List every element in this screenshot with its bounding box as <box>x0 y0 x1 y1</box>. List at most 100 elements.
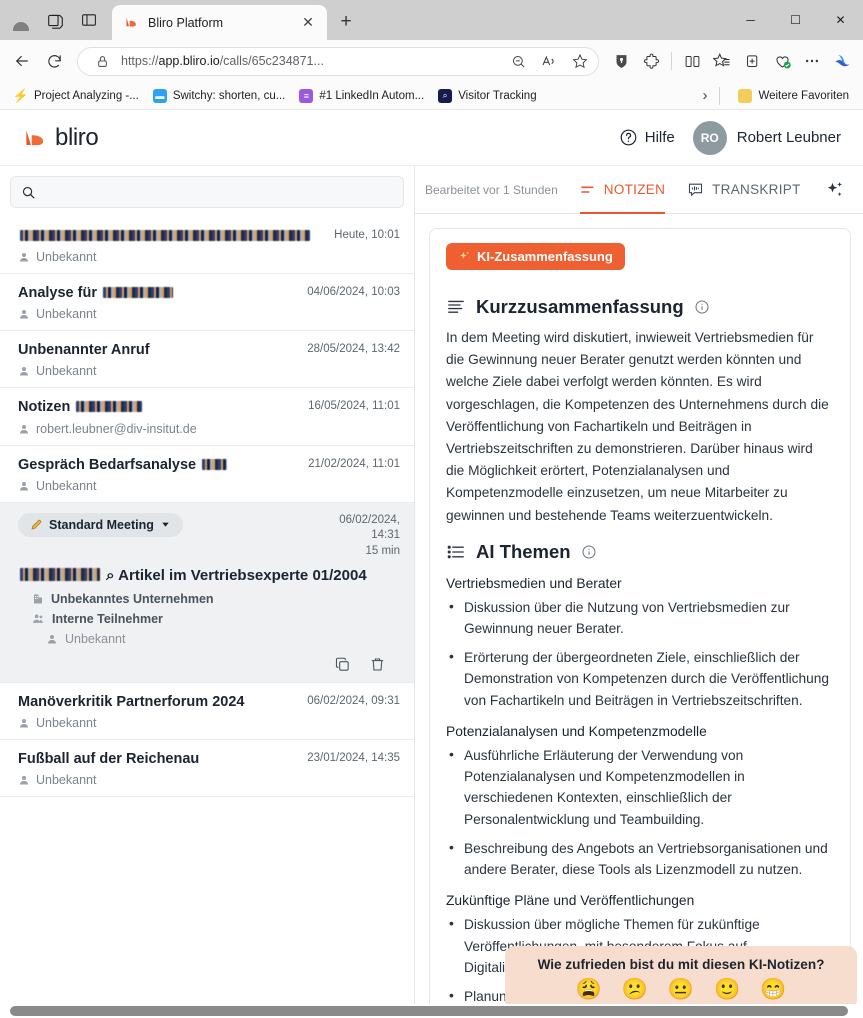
bullet-item: Beschreibung des Angebots an Vertriebsor… <box>446 837 834 880</box>
section-header-summary: Kurzzusammenfassung <box>446 296 834 318</box>
search-area <box>0 166 414 217</box>
browser-tabstrip: Bliro Platform ✕ + ─ ☐ ✕ <box>0 0 863 40</box>
delete-icon[interactable] <box>369 656 386 673</box>
user-menu[interactable]: RO Robert Leubner <box>692 120 841 155</box>
close-icon[interactable]: ✕ <box>297 12 319 34</box>
chevron-right-icon[interactable]: › <box>702 87 707 104</box>
app-logo[interactable]: bliro <box>22 123 99 152</box>
bookmark-item[interactable]: ▬ Switchy: shorten, cu... <box>147 86 292 106</box>
ai-sparkle-icon[interactable] <box>825 180 845 200</box>
list-item-selected[interactable]: Standard Meeting 06/02/2024, 14:31 15 mi… <box>0 502 414 683</box>
scrollbar-thumb[interactable] <box>10 1006 848 1016</box>
collections-icon[interactable] <box>738 47 766 75</box>
split-pane-icon[interactable] <box>72 3 106 37</box>
person-icon <box>46 633 58 645</box>
app-logo-text: bliro <box>55 123 99 151</box>
settings-more-icon[interactable] <box>798 47 826 75</box>
internal-label: Interne Teilnehmer <box>52 611 163 626</box>
read-aloud-icon[interactable] <box>537 49 561 73</box>
bitwarden-icon[interactable] <box>607 47 635 75</box>
feedback-face-2[interactable]: 😕 <box>622 979 648 1000</box>
list-item[interactable]: Notizen 16/05/2024, 11:01 robert.leubner… <box>0 388 414 446</box>
tab-label: TRANSKRIPT <box>712 182 801 197</box>
star-icon[interactable] <box>568 49 592 73</box>
selected-header: Standard Meeting 06/02/2024, 14:31 15 mi… <box>18 512 400 560</box>
building-icon <box>32 593 44 605</box>
help-circle-icon <box>619 128 638 147</box>
chevron-down-icon <box>160 519 171 530</box>
list-item-participant: robert.leubner@div-insitut.de <box>18 422 400 436</box>
meetings-list: Heute, 10:01 Unbekannt Analyse für 04/06… <box>0 217 414 1018</box>
list-item-title: Gespräch Bedarfsanalyse <box>18 456 298 474</box>
person-icon <box>18 423 30 435</box>
bookmarks-overflow: › Weitere Favoriten <box>702 86 855 106</box>
split-screen-icon[interactable] <box>678 47 706 75</box>
list-item[interactable]: Heute, 10:01 Unbekannt <box>0 217 414 275</box>
notes-card: KI-Zusammenfassung Kurzzusammenfassung I… <box>429 228 851 1018</box>
people-icon <box>32 612 45 625</box>
horizontal-scrollbar[interactable] <box>0 1004 863 1018</box>
theme-heading: Vertriebsmedien und Berater <box>446 575 622 591</box>
redacted-text <box>20 230 310 241</box>
search-box[interactable] <box>10 176 404 208</box>
list-item[interactable]: Unbenannter Anruf 28/05/2024, 13:42 Unbe… <box>0 331 414 389</box>
extensions-icon[interactable] <box>637 47 665 75</box>
tab-search-icon[interactable] <box>38 3 72 37</box>
tab-notizen[interactable]: NOTIZEN <box>579 166 666 214</box>
bullet-list-icon <box>446 544 466 560</box>
list-item-title: Notizen <box>18 398 298 416</box>
meeting-type-dropdown[interactable]: Standard Meeting <box>18 512 183 537</box>
search-icon <box>21 185 36 200</box>
profile-avatar-button[interactable] <box>4 3 38 37</box>
bookmark-item[interactable]: ⌕ Visitor Tracking <box>432 86 542 106</box>
list-item[interactable]: Gespräch Bedarfsanalyse 21/02/2024, 11:0… <box>0 446 414 503</box>
list-item[interactable]: Analyse für 04/06/2024, 10:03 Unbekannt <box>0 274 414 332</box>
help-button[interactable]: Hilfe <box>619 128 675 147</box>
selected-company: Unbekanntes Unternehmen <box>18 592 400 606</box>
list-item-header: Unbenannter Anruf 28/05/2024, 13:42 <box>18 341 400 359</box>
copilot-icon[interactable] <box>828 47 856 75</box>
list-item[interactable]: Manöverkritik Partnerforum 2024 06/02/20… <box>0 683 414 740</box>
ai-summary-badge: KI-Zusammenfassung <box>446 243 625 270</box>
list-item-header: Analyse für 04/06/2024, 10:03 <box>18 284 400 302</box>
tab-transkript[interactable]: TRANSKRIPT <box>687 166 801 214</box>
copy-icon[interactable] <box>334 656 351 673</box>
other-favorites-button[interactable]: Weitere Favoriten <box>732 86 855 106</box>
new-tab-button[interactable]: + <box>331 7 361 37</box>
list-item[interactable]: Fußball auf der Reichenau 23/01/2024, 14… <box>0 740 414 797</box>
notes-tabbar: Bearbeitet vor 1 Stunden NOTIZEN TRANSKR… <box>415 166 863 214</box>
minimize-button[interactable]: ─ <box>728 0 773 40</box>
bookmark-item[interactable]: ≡ #1 LinkedIn Autom... <box>293 86 430 106</box>
zoom-out-icon[interactable] <box>506 49 530 73</box>
feedback-face-4[interactable]: 🙂 <box>714 979 740 1000</box>
search-input[interactable] <box>45 184 393 200</box>
list-item-date: 21/02/2024, 11:01 <box>308 457 400 470</box>
list-item-header: Notizen 16/05/2024, 11:01 <box>18 398 400 416</box>
address-bar[interactable]: https://app.bliro.io/calls/65c234871... <box>77 46 599 76</box>
feedback-face-3[interactable]: 😐 <box>668 979 694 1000</box>
maximize-button[interactable]: ☐ <box>773 0 818 40</box>
redacted-text <box>76 401 143 413</box>
selected-duration: 15 min <box>365 544 400 557</box>
browser-tab-bliro[interactable]: Bliro Platform ✕ <box>112 5 327 40</box>
reload-icon[interactable] <box>39 46 69 76</box>
info-icon[interactable] <box>581 544 597 560</box>
feedback-face-1[interactable]: 😩 <box>576 979 602 1000</box>
bullet-item: Ausführliche Erläuterung der Verwendung … <box>446 744 834 830</box>
avatar <box>10 9 32 31</box>
bookmark-label: Project Analyzing -... <box>34 89 139 102</box>
favorites-icon[interactable] <box>708 47 736 75</box>
info-icon[interactable] <box>694 299 710 315</box>
feedback-face-5[interactable]: 😁 <box>760 979 786 1000</box>
bookmark-item[interactable]: ⚡ Project Analyzing -... <box>8 86 145 106</box>
browser-essentials-icon[interactable] <box>768 47 796 75</box>
list-item-date: 28/05/2024, 13:42 <box>307 343 400 356</box>
back-icon[interactable] <box>7 46 37 76</box>
sparkle-icon <box>458 250 471 263</box>
selected-internal-participant: Unbekannt <box>18 632 400 646</box>
bullet-item: Erörterung der übergeordneten Ziele, ein… <box>446 646 834 711</box>
list-item-date: 16/05/2024, 11:01 <box>308 400 400 413</box>
help-label: Hilfe <box>644 129 675 146</box>
window-close-button[interactable]: ✕ <box>818 0 863 40</box>
list-item-date: 06/02/2024, 09:31 <box>307 694 400 707</box>
